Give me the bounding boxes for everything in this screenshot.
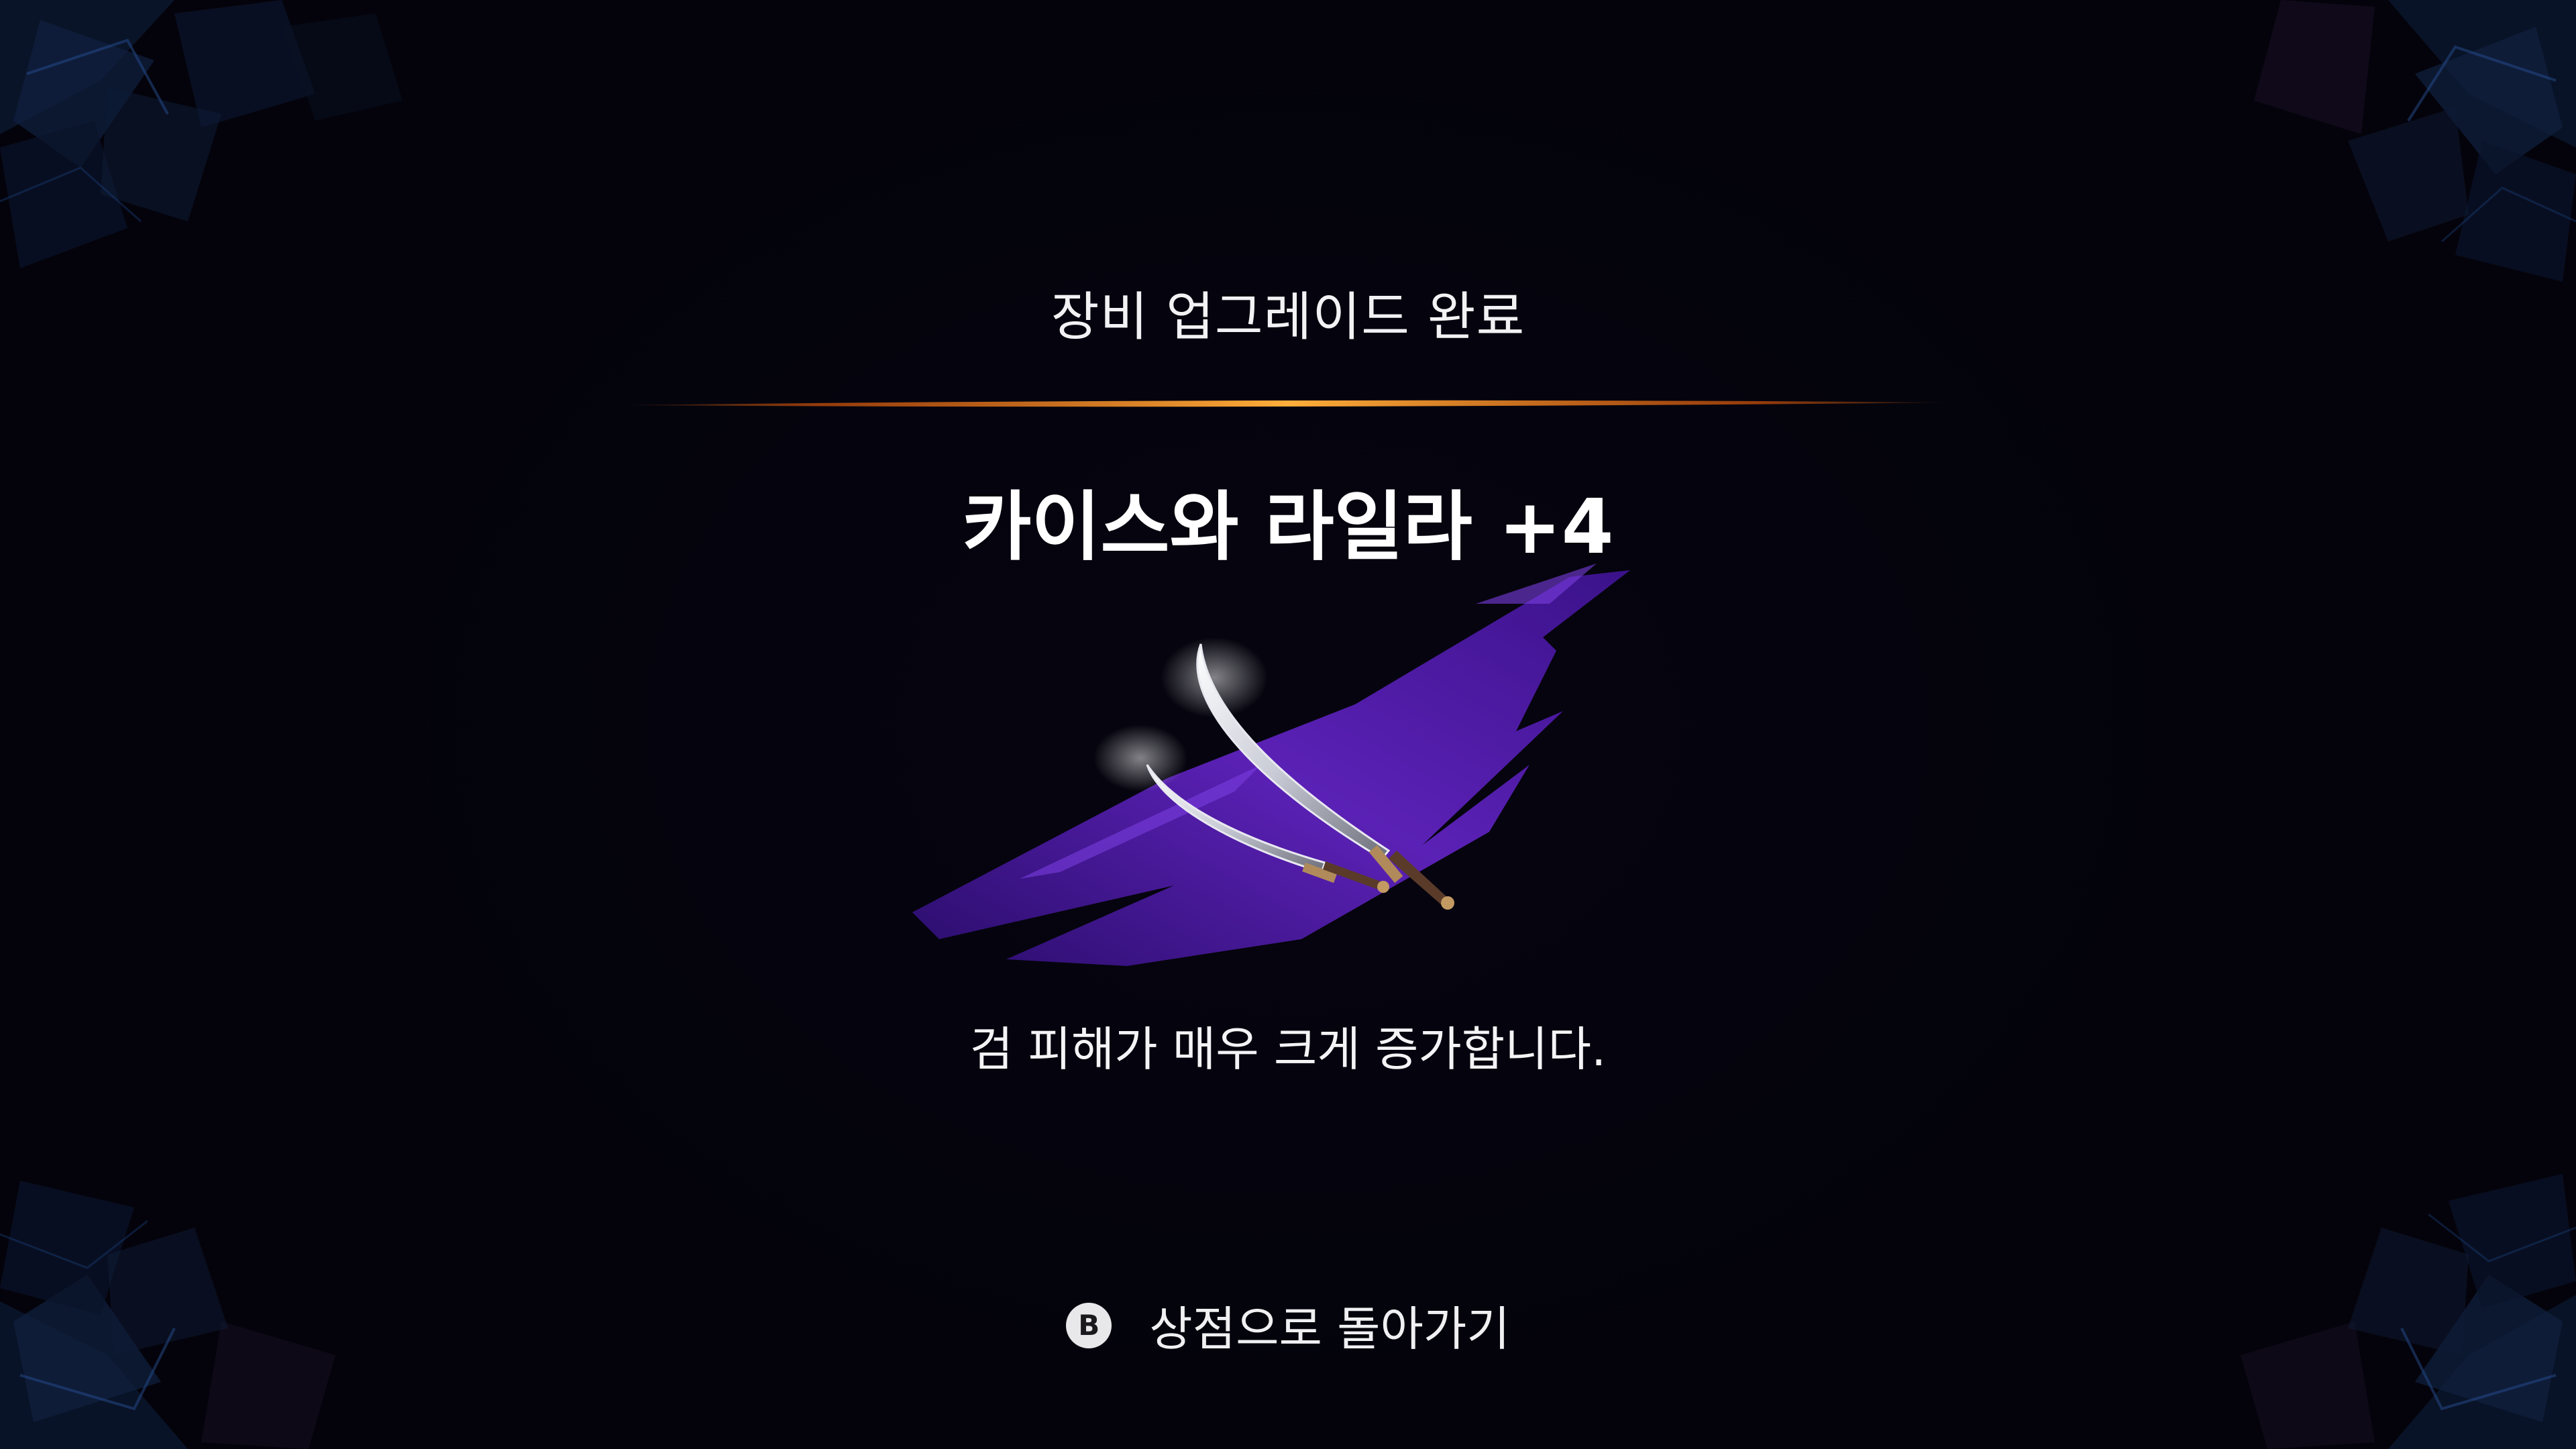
back-to-shop-label[interactable]: 상점으로 돌아가기 [1149, 1291, 1509, 1359]
back-to-shop-prompt[interactable]: B 상점으로 돌아가기 [0, 1291, 2576, 1359]
item-name: 카이스와 라일라 +4 [962, 484, 1614, 571]
item-description: 검 피해가 매우 크게 증가합니다. [969, 1022, 1607, 1077]
b-button-icon[interactable]: B [1066, 1302, 1112, 1348]
crystal-decoration-top-right [1972, 0, 2576, 470]
title-divider [617, 396, 1959, 412]
crystal-decoration-top-left [0, 0, 604, 470]
upgrade-complete-screen: 장비 업그레이드 완료 카이스와 라일라 +4 검 피해가 매우 크게 증가합니… [0, 0, 2576, 1449]
upgrade-complete-title: 장비 업그레이드 완료 [1051, 287, 1525, 347]
twin-curved-swords-icon [885, 564, 1690, 993]
